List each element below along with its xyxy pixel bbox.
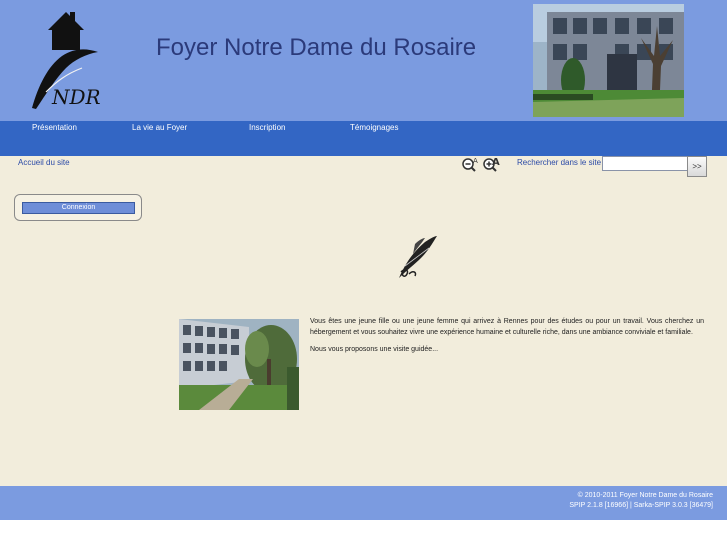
logo-text: NDR xyxy=(51,85,101,109)
footer-copyright: © 2010-2011 Foyer Notre Dame du Rosaire xyxy=(577,492,713,499)
nav-item-presentation[interactable]: Présentation xyxy=(32,123,77,132)
nav-item-temoignages[interactable]: Témoignages xyxy=(350,123,398,132)
svg-text:A: A xyxy=(492,157,500,168)
svg-text:A: A xyxy=(473,157,478,165)
footer-text: © 2010-2011 Foyer Notre Dame du Rosaire … xyxy=(569,491,713,511)
search-label: Rechercher dans le site xyxy=(517,158,602,167)
site-logo[interactable]: NDR xyxy=(26,8,110,114)
nav-item-la-vie-au-foyer[interactable]: La vie au Foyer xyxy=(132,123,187,132)
main-nav: Présentation La vie au Foyer Inscription… xyxy=(0,121,727,156)
zoom-out-icon[interactable]: A xyxy=(461,156,480,173)
nav-item-inscription[interactable]: Inscription xyxy=(249,123,285,132)
search-input[interactable] xyxy=(602,156,688,171)
residence-photo xyxy=(179,319,299,410)
footer-version-links[interactable]: SPIP 2.1.8 [16966] | Sarka-SPIP 3.0.3 [3… xyxy=(569,501,713,511)
login-box: Connexion xyxy=(14,194,142,221)
site-title[interactable]: Foyer Notre Dame du Rosaire xyxy=(156,34,476,62)
building-photo xyxy=(533,4,684,117)
breadcrumb-home-link[interactable]: Accueil du site xyxy=(18,158,70,167)
search-button[interactable]: >> xyxy=(687,156,707,177)
quill-logo-icon xyxy=(399,236,437,278)
page: NDR Foyer Notre Dame du Rosaire Présenta… xyxy=(0,0,727,520)
intro-text: Vous êtes une jeune fille ou une jeune f… xyxy=(310,316,704,361)
zoom-in-icon[interactable]: A xyxy=(482,156,501,173)
header: NDR Foyer Notre Dame du Rosaire xyxy=(0,0,727,121)
intro-paragraph: Vous êtes une jeune fille ou une jeune f… xyxy=(310,318,704,336)
login-button[interactable]: Connexion xyxy=(22,202,135,214)
footer: © 2010-2011 Foyer Notre Dame du Rosaire … xyxy=(0,486,727,520)
visit-paragraph: Nous vous proposons une visite guidée... xyxy=(310,346,439,353)
